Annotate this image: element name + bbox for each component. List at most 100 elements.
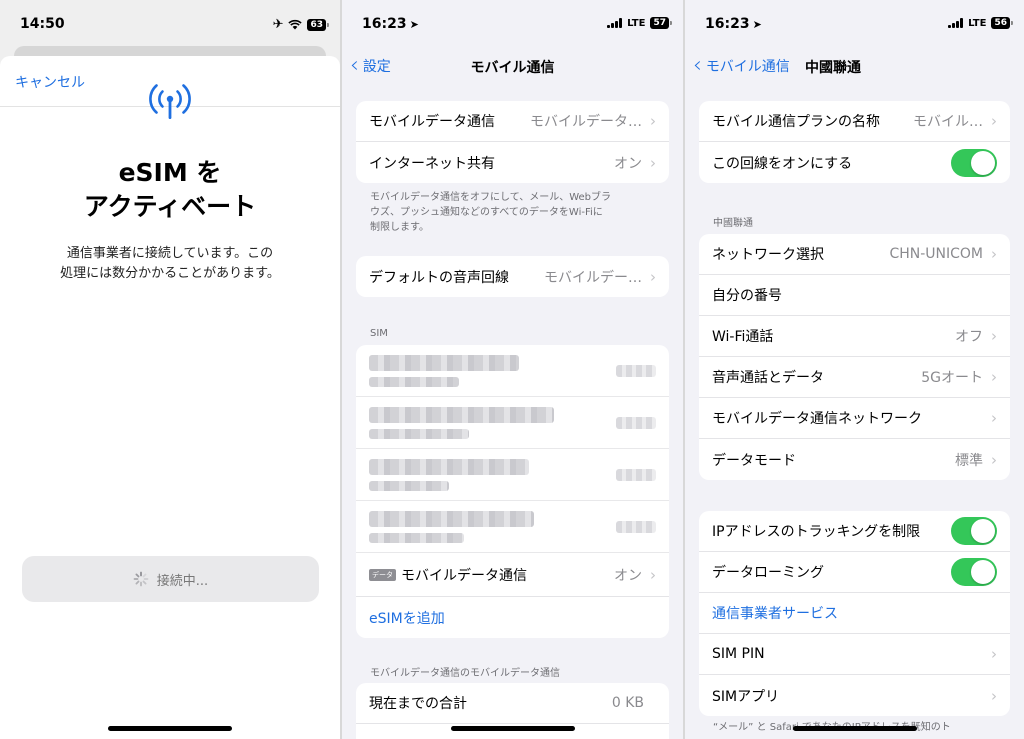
battery-icon: 63	[307, 18, 329, 31]
status-time-text: 16:23	[705, 16, 750, 32]
carrier-options-group: ネットワーク選択 CHN-UNICOM › 自分の番号 Wi-Fi通話 オフ › 音声通…	[699, 234, 1010, 480]
plan-name-row[interactable]: モバイル通信プランの名称 モバイル… ›	[699, 101, 1010, 142]
row-value: モバイルデータ…	[530, 114, 642, 130]
row-label: データモード	[712, 452, 796, 469]
footnote-line-3: 制限します。	[370, 222, 429, 233]
row-label: SIMアプリ	[712, 688, 780, 705]
chevron-right-icon: ›	[650, 112, 656, 130]
limit-ip-tracking-toggle[interactable]	[951, 517, 997, 545]
row-label: この回線をオンにする	[712, 155, 853, 172]
wifi-calling-row[interactable]: Wi-Fi通話 オフ ›	[699, 316, 1010, 357]
home-indicator	[450, 726, 575, 731]
row-value: オフ	[955, 329, 983, 345]
connecting-label: 接続中...	[156, 573, 209, 589]
carrier-line-settings-screen: 16:23 ➤ LTE 56 ‹ モバイル通信 中國聯通 モバイル通信プランの名称モ…	[685, 0, 1024, 739]
status-time: 16:23 ➤	[705, 16, 762, 32]
row-label: モバイルデータ通信	[369, 114, 495, 130]
cellular-signal-icon	[607, 18, 623, 28]
network-selection-row[interactable]: ネットワーク選択 CHN-UNICOM ›	[699, 234, 1010, 275]
my-number-row[interactable]: 自分の番号	[699, 275, 1010, 316]
row-value: モバイル…	[913, 114, 983, 130]
usage-section-header: モバイルデータ通信のモバイルデータ通信	[370, 668, 560, 679]
row-label: デフォルトの音声回線	[369, 269, 509, 286]
privacy-sim-group: IPアドレスのトラッキングを制限 データローミング 通信事業者サービス SIM …	[699, 511, 1010, 716]
cellular-antenna-icon	[149, 84, 191, 119]
status-bar: 14:50 ✈ 63	[0, 0, 340, 50]
row-value: 0 KB	[611, 695, 644, 711]
footnote-line-1: モバイルデータ通信をオフにして、メール、Webブラ	[370, 192, 612, 203]
status-bar: 16:23 ➤ LTE 57	[342, 0, 683, 50]
chevron-right-icon: ›	[650, 153, 656, 172]
row-value: オン	[614, 567, 642, 584]
status-bar: 16:23 ➤ LTE 56	[685, 0, 1024, 50]
chevron-right-icon: ›	[991, 112, 997, 130]
sim-row-redacted[interactable]	[356, 397, 669, 449]
data-line-row[interactable]: データ モバイルデータ通信 オン ›	[356, 553, 669, 597]
navigation-bar: ‹ モバイル通信 中國聯通	[685, 50, 1024, 82]
home-indicator	[108, 726, 232, 731]
row-label: モバイルデータ通信	[401, 567, 527, 584]
turn-on-line-row: この回線をオンにする	[699, 142, 1010, 183]
navigation-bar: ‹ 設定 モバイル通信	[342, 50, 683, 82]
title-line-1: eSIM を	[118, 158, 222, 187]
mobile-settings-screen: 16:23 ➤ LTE 57 ‹ 設定 モバイル通信 モバイルデータ通信 モバイルデー…	[342, 0, 683, 739]
location-arrow-icon: ➤	[409, 18, 419, 31]
current-total-row: 現在までの合計 0 KB	[356, 683, 669, 724]
sim-applications-row[interactable]: SIMアプリ ›	[699, 675, 1010, 716]
data-mode-row[interactable]: データモード 標準 ›	[699, 439, 1010, 480]
row-label: Wi-Fi通話	[712, 329, 774, 345]
row-label: モバイルデータ通信ネットワーク	[712, 411, 922, 427]
carrier-services-label: 通信事業者サービス	[712, 606, 838, 622]
battery-icon: 56	[991, 17, 1013, 29]
limit-ip-tracking-row: IPアドレスのトラッキングを制限	[699, 511, 1010, 552]
row-label: ネットワーク選択	[712, 247, 824, 263]
network-type: LTE	[968, 17, 987, 29]
sim-row-redacted[interactable]	[356, 501, 669, 553]
chevron-right-icon: ›	[991, 327, 997, 345]
nav-title: モバイル通信	[470, 60, 555, 76]
voice-and-data-row[interactable]: 音声通話とデータ 5Gオート ›	[699, 357, 1010, 398]
default-voice-line-row[interactable]: デフォルトの音声回線 モバイルデー… ›	[356, 256, 669, 297]
carrier-services-link[interactable]: 通信事業者サービス	[699, 593, 1010, 634]
row-label: インターネット共有	[369, 155, 495, 172]
connecting-button[interactable]: 接続中...	[22, 556, 319, 602]
cancel-button[interactable]: キャンセル	[15, 72, 85, 92]
row-label: モバイル通信プランの名称	[712, 114, 880, 130]
status-time-text: 16:23	[362, 16, 407, 32]
row-value: 5Gオート	[921, 370, 983, 386]
chevron-right-icon: ›	[991, 645, 997, 663]
data-roaming-toggle[interactable]	[951, 558, 997, 586]
default-voice-group: デフォルトの音声回線 モバイルデー… ›	[356, 256, 669, 297]
turn-on-line-toggle[interactable]	[951, 148, 997, 177]
row-label: 自分の番号	[712, 288, 782, 304]
chevron-right-icon: ›	[991, 686, 997, 705]
battery-icon: 57	[650, 17, 672, 29]
wifi-icon	[288, 19, 303, 30]
nav-title: 中國聯通	[805, 60, 861, 76]
spinner-icon	[133, 571, 149, 587]
row-label: IPアドレスのトラッキングを制限	[712, 524, 921, 540]
add-esim-button[interactable]: eSIMを追加	[356, 597, 669, 638]
status-time: 14:50	[20, 16, 65, 32]
row-label: 現在までの合計	[369, 696, 467, 712]
location-arrow-icon: ➤	[752, 18, 762, 31]
footnote-line-2: ウズ、プッシュ通知などのすべてのデータをWi-Fiに	[370, 207, 603, 218]
sim-pin-row[interactable]: SIM PIN ›	[699, 634, 1010, 675]
home-indicator	[792, 726, 917, 731]
sim-row-redacted[interactable]	[356, 449, 669, 501]
network-type: LTE	[627, 17, 646, 29]
description-line-2: 処理には数分かかることがあります。	[60, 266, 280, 281]
sim-row-redacted[interactable]	[356, 345, 669, 397]
chevron-left-icon: ‹	[693, 53, 702, 78]
add-esim-label: eSIMを追加	[369, 610, 445, 627]
row-value: CHN-UNICOM	[889, 246, 983, 262]
personal-hotspot-row[interactable]: インターネット共有 オン ›	[356, 142, 669, 183]
cellular-data-network-row[interactable]: モバイルデータ通信ネットワーク ›	[699, 398, 1010, 439]
description: 通信事業者に接続しています。この 処理には数分かかることがあります。	[20, 244, 320, 284]
mobile-data-footnote: モバイルデータ通信をオフにして、メール、Webブラ ウズ、プッシュ通知などのすべ…	[370, 190, 659, 235]
back-button[interactable]: ‹ モバイル通信	[693, 53, 790, 78]
esim-activation-screen: 14:50 ✈ 63 キャンセル eSIM を アクティベート 通信事業者に接続…	[0, 0, 340, 739]
row-value: オン	[614, 155, 642, 172]
chevron-right-icon: ›	[991, 450, 997, 469]
mobile-data-row[interactable]: モバイルデータ通信 モバイルデータ… ›	[356, 101, 669, 142]
